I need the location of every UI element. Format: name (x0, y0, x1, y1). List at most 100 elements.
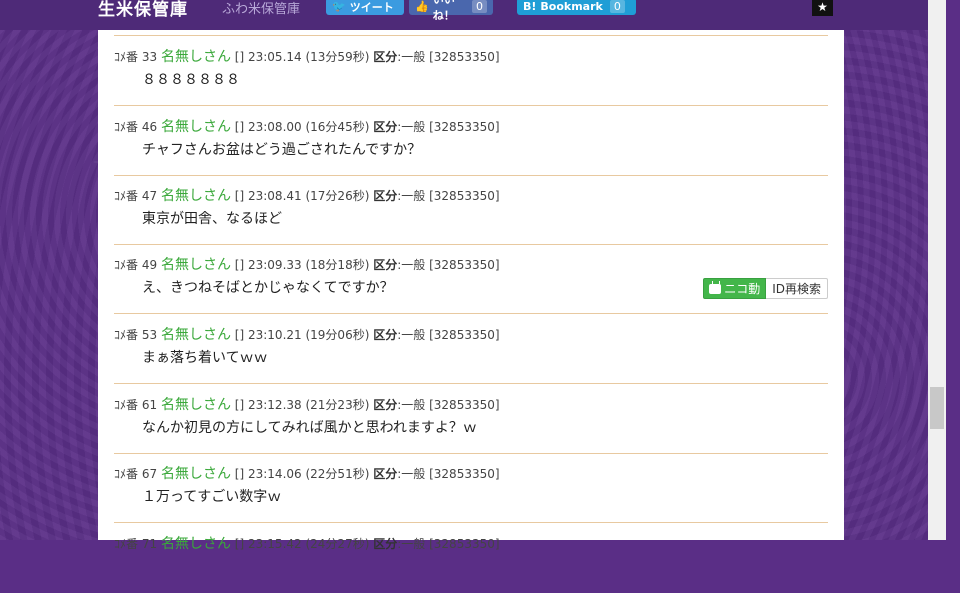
comment-number-label: ｺﾒ番 (114, 258, 139, 272)
comment-time: 23:05.14 (247, 50, 302, 64)
comment-kubun-label: 区分 (373, 258, 398, 272)
page-edge (946, 0, 960, 540)
comment-meta: ｺﾒ番 53 名無しさん [] 23:10.21 (19分06秒) 区分:一般 … (114, 324, 500, 344)
comment-kubun: :一般 (397, 398, 426, 412)
comment-bracket: [] (234, 328, 245, 342)
comment-author[interactable]: 名無しさん (161, 397, 231, 413)
comment-item: ｺﾒ番 53 名無しさん [] 23:10.21 (19分06秒) 区分:一般 … (114, 314, 828, 384)
comment-author[interactable]: 名無しさん (161, 327, 231, 343)
like-count: 0 (472, 0, 487, 13)
comment-time: 23:12.38 (247, 398, 302, 412)
comment-number: 33 (141, 50, 158, 64)
comment-number-label: ｺﾒ番 (114, 50, 139, 64)
tweet-button[interactable]: 🐦 ツイート (326, 0, 404, 15)
comment-text: 東京が田舎、なるほど (142, 211, 282, 227)
comment-meta: ｺﾒ番 71 名無しさん [] 23:15.42 (24分27秒) 区分:一般 … (114, 533, 500, 553)
comment-kubun-label: 区分 (373, 120, 398, 134)
comment-number-label: ｺﾒ番 (114, 467, 139, 481)
comment-text: なんか初見の方にしてみれば風かと思われますよ？ｗ (142, 420, 477, 436)
comment-meta: ｺﾒ番 61 名無しさん [] 23:12.38 (21分23秒) 区分:一般 … (114, 394, 500, 414)
comment-user-id: [32853350] (429, 328, 500, 342)
comment-number-label: ｺﾒ番 (114, 398, 139, 412)
site-header: 生米保管庫 ふわ米保管庫 🐦 ツイート 👍 いいね！ 0 B! Bookmark… (0, 0, 928, 30)
comment-bracket: [] (234, 189, 245, 203)
comment-bracket: [] (234, 537, 245, 551)
comment-author[interactable]: 名無しさん (161, 188, 231, 204)
comment-number: 71 (141, 537, 158, 551)
comment-text: え、きつねそばとかじゃなくてですか？ (142, 280, 394, 296)
comment-item: ｺﾒ番 71 名無しさん [] 23:15.42 (24分27秒) 区分:一般 … (114, 523, 828, 593)
like-label: いいね！ (432, 0, 455, 22)
comment-meta: ｺﾒ番 47 名無しさん [] 23:08.41 (17分26秒) 区分:一般 … (114, 185, 500, 205)
comment-user-id: [32853350] (429, 120, 500, 134)
comment-bracket: [] (234, 50, 245, 64)
comment-kubun: :一般 (397, 50, 426, 64)
comment-bracket: [] (234, 120, 245, 134)
comment-meta: ｺﾒ番 46 名無しさん [] 23:08.00 (16分45秒) 区分:一般 … (114, 116, 500, 136)
comment-kubun: :一般 (397, 328, 426, 342)
comment-text: ８８８８８８８ (142, 72, 240, 88)
hatena-bookmark-button[interactable]: B! Bookmark 0 (517, 0, 636, 15)
niconico-button[interactable]: ニコ動 (703, 278, 767, 299)
comment-user-id: [32853350] (429, 50, 500, 64)
thumbs-up-icon: 👍 (415, 0, 429, 13)
comment-time: 23:08.41 (247, 189, 302, 203)
twitter-bird-icon: 🐦 (332, 0, 346, 13)
comment-meta: ｺﾒ番 67 名無しさん [] 23:14.06 (22分51秒) 区分:一般 … (114, 463, 500, 483)
comment-number: 47 (141, 189, 158, 203)
comment-bracket: [] (234, 258, 245, 272)
comment-kubun-label: 区分 (373, 50, 398, 64)
comment-number-label: ｺﾒ番 (114, 328, 139, 342)
comment-elapsed: (13分59秒) (305, 50, 370, 64)
comment-number-label: ｺﾒ番 (114, 189, 139, 203)
comment-elapsed: (16分45秒) (305, 120, 370, 134)
comment-number-label: ｺﾒ番 (114, 120, 139, 134)
comment-user-id: [32853350] (429, 467, 500, 481)
site-title[interactable]: 生米保管庫 (98, 0, 188, 20)
comment-kubun: :一般 (397, 537, 426, 551)
comment-time: 23:14.06 (247, 467, 302, 481)
comment-elapsed: (18分18秒) (305, 258, 370, 272)
comment-item: ｺﾒ番 47 名無しさん [] 23:08.41 (17分26秒) 区分:一般 … (114, 175, 828, 245)
comment-actions: ニコ動 ID再検索 (703, 278, 828, 299)
comment-elapsed: (22分51秒) (305, 467, 370, 481)
tv-icon (709, 280, 722, 294)
site-subtitle-link[interactable]: ふわ米保管庫 (222, 0, 300, 17)
comment-user-id: [32853350] (429, 398, 500, 412)
comment-user-id: [32853350] (429, 189, 500, 203)
star-icon[interactable]: ★ (812, 0, 833, 16)
tweet-label: ツイート (349, 0, 394, 14)
comment-kubun: :一般 (397, 189, 426, 203)
comment-author[interactable]: 名無しさん (161, 49, 231, 65)
comment-author[interactable]: 名無しさん (161, 119, 231, 135)
comment-number: 61 (141, 398, 158, 412)
comment-kubun: :一般 (397, 258, 426, 272)
comment-kubun-label: 区分 (373, 467, 398, 481)
comment-text: チャフさんお盆はどう過ごされたんですか？ (142, 142, 422, 158)
bookmark-count: 0 (609, 0, 625, 13)
comment-number: 49 (141, 258, 158, 272)
comment-kubun-label: 区分 (373, 537, 398, 551)
comment-time: 23:08.00 (247, 120, 302, 134)
like-button[interactable]: 👍 いいね！ 0 (409, 0, 493, 22)
comment-bracket: [] (234, 398, 245, 412)
comment-meta: ｺﾒ番 49 名無しさん [] 23:09.33 (18分18秒) 区分:一般 … (114, 254, 500, 274)
comment-number: 46 (141, 120, 158, 134)
comment-time: 23:09.33 (247, 258, 302, 272)
scrollbar-thumb[interactable] (930, 387, 944, 429)
bookmark-label: Bookmark (540, 0, 603, 13)
comment-text: １万ってすごい数字ｗ (142, 489, 282, 505)
comment-user-id: [32853350] (429, 537, 500, 551)
comment-author[interactable]: 名無しさん (161, 536, 231, 552)
comment-meta: ｺﾒ番 33 名無しさん [] 23:05.14 (13分59秒) 区分:一般 … (114, 46, 500, 66)
comment-author[interactable]: 名無しさん (161, 466, 231, 482)
comment-item: ｺﾒ番 33 名無しさん [] 23:05.14 (13分59秒) 区分:一般 … (114, 36, 828, 106)
comment-number: 67 (141, 467, 158, 481)
id-research-button[interactable]: ID再検索 (766, 278, 828, 299)
comment-author[interactable]: 名無しさん (161, 257, 231, 273)
comment-kubun: :一般 (397, 120, 426, 134)
scrollbar-track[interactable] (928, 0, 946, 540)
comment-elapsed: (17分26秒) (305, 189, 370, 203)
comment-kubun-label: 区分 (373, 398, 398, 412)
comment-time: 23:10.21 (247, 328, 302, 342)
